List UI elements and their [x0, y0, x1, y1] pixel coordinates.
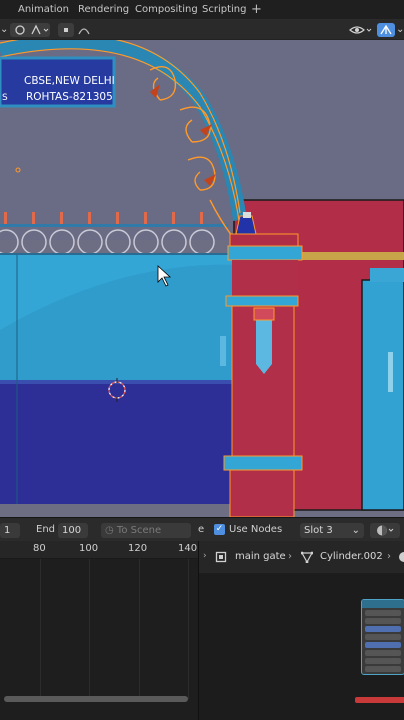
wall-navy — [0, 380, 240, 504]
pivot-icon — [15, 24, 49, 35]
proportional-edit-button[interactable] — [76, 23, 92, 37]
grid-line — [139, 559, 140, 699]
node-editor-breadcrumb: › main gate › Cylinder.002 › — [199, 541, 404, 573]
frame-end-field[interactable]: 100 — [58, 523, 88, 538]
shader-node[interactable] — [361, 599, 404, 675]
tab-animation[interactable]: Animation — [18, 4, 69, 15]
sign-line-1: CBSE,NEW DELHI — [24, 75, 115, 87]
grid-line — [188, 559, 189, 699]
node-header — [362, 600, 404, 608]
timeline-ruler[interactable]: 80 100 120 140 — [0, 541, 198, 559]
use-nodes-label: Use Nodes — [229, 524, 283, 535]
node-socket-row — [365, 626, 401, 632]
object-icon — [215, 551, 227, 563]
grid-line — [40, 559, 41, 699]
ruler-tick: 140 — [178, 543, 198, 554]
ruler-tick: 100 — [79, 543, 99, 554]
3d-viewport[interactable]: S CBSE,NEW DELHI ROHTAS-821305 — [0, 40, 404, 517]
node-socket-row — [365, 618, 401, 624]
material-preview-button[interactable] — [370, 523, 400, 538]
viewport-header: ⌄ ⌄ — [0, 20, 404, 40]
tab-rendering[interactable]: Rendering — [78, 4, 129, 15]
chevron-down-icon[interactable]: ⌄ — [396, 23, 404, 37]
chevron-down-icon: ⌄ — [351, 525, 360, 536]
gizmo-toggle-button[interactable] — [377, 23, 395, 37]
node-socket-row — [365, 642, 401, 648]
material-sphere-icon — [399, 552, 404, 562]
proportional-edit-icon — [78, 28, 90, 35]
snap-toggle-button[interactable] — [58, 23, 74, 37]
visibility-eye-icon — [349, 26, 372, 34]
shader-node-editor[interactable]: › main gate › Cylinder.002 › — [198, 541, 404, 720]
output-node[interactable] — [355, 697, 404, 703]
chevron-down-icon[interactable]: ⌄ — [0, 23, 8, 37]
clock-icon: ◷ — [105, 525, 117, 536]
end-label: End — [36, 524, 56, 535]
slot-selector[interactable]: Slot 3 ⌄ — [300, 523, 364, 538]
sign-line-2: ROHTAS-821305 — [26, 91, 113, 103]
slot-value: Slot 3 — [304, 525, 333, 536]
editor-type-letter: e — [198, 524, 205, 535]
gizmo-icon — [380, 24, 392, 35]
visibility-button[interactable] — [348, 23, 372, 37]
chevron-right-icon: › — [203, 551, 207, 561]
workspace-tab-bar: Animation Rendering Compositing Scriptin… — [0, 0, 404, 20]
node-socket-row — [365, 666, 401, 672]
chevron-right-icon: › — [288, 551, 292, 562]
to-scene-range-button[interactable]: ◷ To Scene Range — [101, 523, 191, 551]
tab-scripting[interactable]: Scripting — [202, 4, 246, 15]
mesh-icon — [301, 551, 313, 563]
node-socket-row — [365, 634, 401, 640]
breadcrumb-object[interactable]: main gate — [235, 551, 286, 562]
tab-compositing[interactable]: Compositing — [135, 4, 198, 15]
node-socket-row — [365, 610, 401, 616]
ruler-tick: 80 — [33, 543, 46, 554]
node-socket-row — [365, 650, 401, 656]
use-nodes-checkbox[interactable]: ✓ — [214, 524, 225, 535]
frame-start-field[interactable]: 1 — [0, 523, 20, 538]
add-workspace-button[interactable]: + — [251, 2, 262, 17]
viewport-scene: S CBSE,NEW DELHI ROHTAS-821305 — [0, 40, 404, 517]
ruler-tick: 120 — [128, 543, 148, 554]
transform-pivot-button[interactable] — [10, 23, 50, 37]
horizontal-scrollbar[interactable] — [4, 696, 188, 702]
snap-icon — [64, 28, 68, 32]
chevron-right-icon: › — [387, 551, 391, 562]
breadcrumb-mesh[interactable]: Cylinder.002 — [320, 551, 383, 562]
timeline-area[interactable] — [0, 559, 198, 720]
gate-pillar — [223, 212, 303, 517]
node-socket-row — [365, 658, 401, 664]
grid-line — [89, 559, 90, 699]
sign-left-char: S — [2, 93, 8, 103]
material-sphere-icon — [377, 525, 394, 536]
timeline-header: 1 End 100 ◷ To Scene Range e ✓ Use Nodes… — [0, 517, 404, 551]
